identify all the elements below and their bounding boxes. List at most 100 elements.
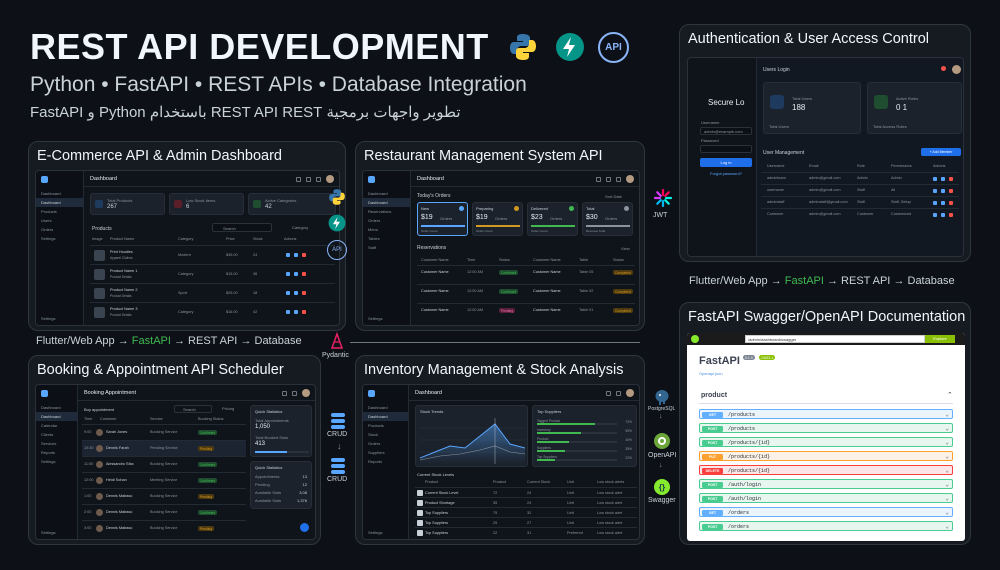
delete-icon[interactable] [949, 213, 953, 217]
copy-icon[interactable] [294, 253, 298, 257]
copy-icon[interactable] [294, 291, 298, 295]
edit-icon[interactable] [286, 253, 290, 257]
avatar[interactable] [302, 389, 310, 397]
bell-icon[interactable] [306, 176, 311, 182]
chevron-down-icon[interactable]: ⌄ [945, 495, 949, 502]
login-button[interactable]: Log in [700, 158, 752, 167]
edit-icon[interactable] [286, 310, 290, 314]
nav-item[interactable]: Products [36, 207, 83, 216]
delete-icon[interactable] [302, 272, 306, 276]
section-title[interactable]: product [701, 392, 727, 399]
settings-icon[interactable] [616, 390, 621, 396]
nav-item[interactable]: Dashboard [36, 189, 83, 198]
avatar[interactable] [626, 175, 634, 183]
appointment-row[interactable]: 11:00 Alessandro Sfax Booking Service Confi… [82, 456, 246, 472]
endpoint-row[interactable]: POST/products ⌄ [699, 423, 953, 433]
copy-icon[interactable] [941, 189, 945, 193]
stat-link[interactable]: Total Access Roles [873, 124, 907, 129]
nav-item[interactable]: Users [36, 216, 83, 225]
chevron-down-icon[interactable]: ⌄ [945, 481, 949, 488]
category-dropdown[interactable]: Category [292, 225, 308, 230]
delete-icon[interactable] [949, 201, 953, 205]
nav-settings[interactable]: Settings [41, 316, 55, 321]
appointment-row[interactable]: 9:00 Sarah Jones Booking Service Confirmed [82, 424, 246, 440]
endpoint-row[interactable]: POST/orders ⌄ [699, 521, 953, 531]
settings-icon[interactable] [606, 176, 611, 182]
appointment-row[interactable]: 1:00 Dennis Mabaso Booking Service Pending [82, 488, 246, 504]
order-card[interactable]: Total $30 Orders Revenue Total [582, 202, 633, 236]
nav-item[interactable]: Tables [363, 234, 410, 243]
nav-item[interactable]: Calendar [36, 421, 77, 430]
appointment-row[interactable]: 10:30 Dennis Farah Pending Service Pending [82, 440, 246, 456]
nav-item[interactable]: Dashboard [363, 403, 408, 412]
nav-item-active[interactable]: Dashboard [363, 198, 410, 207]
user-icon[interactable] [616, 176, 621, 182]
appointment-row[interactable]: 3:00 Dennis Mabaso Booking Service Pending [82, 520, 246, 536]
settings-icon[interactable] [316, 176, 321, 182]
copy-icon[interactable] [941, 177, 945, 181]
nav-item-active[interactable]: Dashboard [36, 412, 77, 421]
chevron-up-icon[interactable]: ⌃ [947, 391, 953, 399]
nav-item[interactable]: Clients [36, 430, 77, 439]
openapi-json-link[interactable]: Openapi.json [699, 371, 723, 376]
nav-item[interactable]: Dashboard [36, 403, 77, 412]
avatar[interactable] [952, 65, 961, 74]
orders-filter[interactable]: Sort Date [605, 194, 622, 199]
chevron-down-icon[interactable]: ⌄ [945, 509, 949, 516]
delete-icon[interactable] [302, 253, 306, 257]
username-input[interactable]: admin@example.com [700, 127, 752, 135]
edit-icon[interactable] [933, 213, 937, 217]
nav-item[interactable]: Services [36, 439, 77, 448]
nav-item-active[interactable]: Dashboard [363, 412, 408, 421]
bell-icon[interactable] [596, 176, 601, 182]
settings-icon[interactable] [292, 390, 297, 396]
copy-icon[interactable] [941, 213, 945, 217]
password-input[interactable] [700, 145, 752, 153]
order-card[interactable]: New $19 Orders Order Count [417, 202, 468, 236]
order-card[interactable]: Preparing $19 Orders Order Count [472, 202, 523, 236]
nav-item[interactable]: Products [363, 421, 408, 430]
nav-item[interactable]: Reservations [363, 207, 410, 216]
chevron-down-icon[interactable]: ⌄ [945, 453, 949, 460]
nav-item[interactable]: Menu [363, 225, 410, 234]
nav-item[interactable]: Orders [363, 216, 410, 225]
bell-icon[interactable] [606, 390, 611, 396]
edit-icon[interactable] [933, 201, 937, 205]
nav-item[interactable]: Suppliers [363, 448, 408, 457]
chevron-down-icon[interactable]: ⌄ [945, 467, 949, 474]
avatar[interactable] [626, 389, 634, 397]
delete-icon[interactable] [949, 177, 953, 181]
nav-item[interactable]: Reports [363, 457, 408, 466]
nav-item-active[interactable]: Dashboard [36, 198, 83, 207]
nav-item[interactable]: Settings [36, 234, 83, 243]
avatar[interactable] [326, 175, 334, 183]
notification-icon[interactable] [941, 66, 946, 71]
nav-item[interactable]: Reports [36, 448, 77, 457]
endpoint-row[interactable]: POST/auth/login ⌄ [699, 479, 953, 489]
edit-icon[interactable] [286, 291, 290, 295]
endpoint-row[interactable]: GET/products ⌄ [699, 409, 953, 419]
nav-settings[interactable]: Settings [368, 530, 382, 535]
copy-icon[interactable] [294, 310, 298, 314]
search-icon[interactable] [296, 176, 301, 182]
search-input[interactable]: Search [212, 223, 272, 232]
pricing-filter[interactable]: Pricing [222, 406, 234, 411]
explore-button[interactable]: Explore [925, 335, 955, 343]
add-fab-button[interactable] [300, 523, 309, 532]
chevron-down-icon[interactable]: ⌄ [945, 425, 949, 432]
search-input[interactable]: Search [174, 405, 212, 413]
edit-icon[interactable] [286, 272, 290, 276]
forgot-link[interactable]: Forgot password? [710, 171, 742, 176]
nav-item[interactable]: Orders [36, 225, 83, 234]
edit-icon[interactable] [933, 177, 937, 181]
nav-item[interactable]: Settings [36, 457, 77, 466]
add-member-button[interactable]: + Add Member [921, 148, 961, 156]
nav-item[interactable]: Orders [363, 439, 408, 448]
edit-icon[interactable] [933, 189, 937, 193]
nav-item[interactable]: Dashboard [363, 189, 410, 198]
copy-icon[interactable] [941, 201, 945, 205]
endpoint-row[interactable]: PUT/products/{id} ⌄ [699, 451, 953, 461]
chevron-down-icon[interactable]: ⌄ [945, 411, 949, 418]
delete-icon[interactable] [302, 291, 306, 295]
url-input[interactable]: /admin/dashboard/swagger [745, 335, 925, 343]
